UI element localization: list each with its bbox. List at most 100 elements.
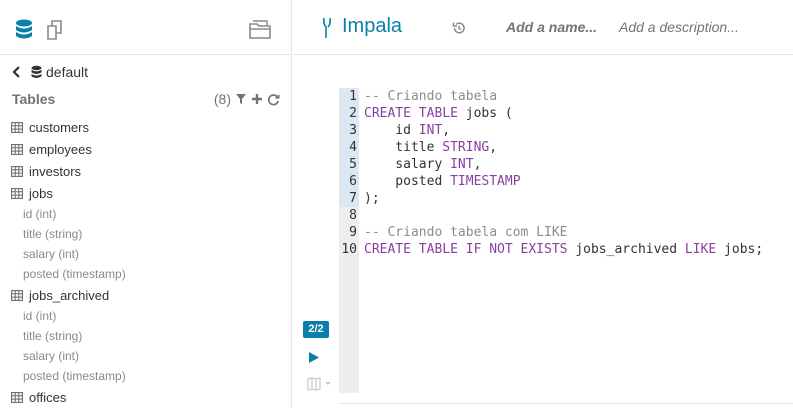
statement-counter-badge: 2/2	[303, 321, 329, 338]
sql-text: jobs (	[457, 106, 513, 121]
code-line[interactable]: 10 CREATE TABLE IF NOT EXISTS jobs_archiv…	[339, 241, 793, 258]
sql-text: id	[364, 123, 419, 138]
folder-icon[interactable]	[247, 17, 273, 41]
column-item[interactable]: id (int)	[0, 204, 291, 224]
sql-keyword: CREATE TABLE	[364, 106, 458, 121]
table-name: jobs_archived	[29, 287, 110, 303]
code-line[interactable]: 2 CREATE TABLE jobs (	[339, 105, 793, 122]
code-line[interactable]: 5 salary INT,	[339, 156, 793, 173]
table-name: customers	[29, 119, 89, 135]
table-icon	[11, 121, 23, 133]
engine-title[interactable]: Impala	[342, 15, 402, 38]
plus-icon[interactable]	[251, 93, 263, 105]
sql-comment: -- Criando tabela	[364, 89, 498, 104]
line-number: 10	[341, 242, 357, 257]
table-item[interactable]: jobs	[0, 182, 291, 204]
column-name: posted (timestamp)	[23, 267, 126, 281]
breadcrumb[interactable]: default	[10, 63, 88, 81]
table-item[interactable]: jobs_archived	[0, 284, 291, 306]
map-icon[interactable]	[307, 377, 335, 391]
query-name-field[interactable]: Add a name...	[506, 19, 597, 35]
impala-icon	[322, 17, 332, 38]
line-number: 4	[339, 139, 359, 156]
sql-text: ,	[442, 123, 451, 138]
sql-keyword: STRING	[442, 140, 490, 155]
line-number: 6	[339, 173, 359, 190]
code-line[interactable]: 3 id INT,	[339, 122, 793, 139]
code-line[interactable]: 1 -- Criando tabela	[339, 88, 793, 105]
table-icon	[11, 187, 23, 199]
sql-keyword: LIKE	[684, 242, 717, 257]
code-editor[interactable]: 1 -- Criando tabela 2 CREATE TABLE jobs (3 …	[339, 88, 793, 393]
line-number: 8	[349, 208, 357, 223]
column-name: id (int)	[23, 309, 57, 323]
column-name: id (int)	[23, 207, 57, 221]
column-item[interactable]: title (string)	[0, 326, 291, 346]
left-panel-toolbar	[0, 0, 291, 55]
column-item[interactable]: posted (timestamp)	[0, 366, 291, 386]
chevron-left-icon[interactable]	[10, 65, 24, 79]
line-number: 1	[339, 88, 359, 105]
play-icon[interactable]	[308, 351, 320, 364]
code-text: title STRING,	[364, 139, 497, 156]
column-name: posted (timestamp)	[23, 369, 126, 383]
editor-header: Impala Add a name... Add a description..…	[293, 0, 793, 55]
sql-text: ,	[473, 157, 482, 172]
column-item[interactable]: posted (timestamp)	[0, 264, 291, 284]
sql-text: jobs_archived	[567, 242, 685, 257]
table-item[interactable]: offices	[0, 386, 291, 408]
line-number: 5	[339, 156, 359, 173]
code-text: -- Criando tabela com LIKE	[364, 224, 568, 241]
code-text: CREATE TABLE jobs (	[364, 105, 513, 122]
column-name: title (string)	[23, 329, 83, 343]
column-item[interactable]: salary (int)	[0, 244, 291, 264]
database-icon	[31, 65, 42, 78]
sql-text: jobs;	[716, 242, 764, 257]
code-line[interactable]: 6 posted TIMESTAMP	[339, 173, 793, 190]
table-tree: customers employees investors jobs id (int) t…	[0, 116, 291, 408]
table-icon	[11, 289, 23, 301]
code-text: id INT,	[364, 122, 450, 139]
table-name: offices	[29, 389, 67, 405]
code-line[interactable]: 4 title STRING,	[339, 139, 793, 156]
code-text: );	[364, 190, 380, 207]
code-line[interactable]: 9 -- Criando tabela com LIKE	[339, 224, 793, 241]
sql-text: ,	[489, 140, 498, 155]
code-text: -- Criando tabela	[364, 88, 497, 105]
table-name: jobs	[29, 185, 53, 201]
editor-bottom-divider	[339, 403, 793, 404]
tables-count: (8)	[213, 91, 231, 107]
column-item[interactable]: salary (int)	[0, 346, 291, 366]
line-number: 7	[339, 190, 359, 207]
table-name: employees	[29, 141, 92, 157]
line-number: 2	[339, 105, 359, 122]
column-name: salary (int)	[23, 247, 80, 261]
documents-icon[interactable]	[44, 18, 66, 42]
sql-comment: -- Criando tabela com LIKE	[364, 225, 568, 240]
sql-text: );	[364, 191, 380, 206]
filter-icon[interactable]	[235, 93, 247, 105]
sql-keyword: CREATE TABLE IF NOT EXISTS	[364, 242, 568, 257]
sql-keyword: INT	[418, 123, 443, 138]
column-item[interactable]: title (string)	[0, 224, 291, 244]
database-icon[interactable]	[13, 18, 35, 42]
sql-text: title	[364, 140, 443, 155]
code-text: posted TIMESTAMP	[364, 173, 520, 190]
table-item[interactable]: investors	[0, 160, 291, 182]
breadcrumb-database[interactable]: default	[46, 64, 88, 80]
query-description-field[interactable]: Add a description...	[619, 19, 739, 35]
code-text: salary INT,	[364, 156, 481, 173]
column-item[interactable]: id (int)	[0, 306, 291, 326]
table-icon	[11, 391, 23, 403]
code-line[interactable]: 8	[339, 207, 793, 224]
code-text: CREATE TABLE IF NOT EXISTS jobs_archived…	[364, 241, 763, 258]
refresh-icon[interactable]	[267, 93, 280, 106]
left-panel: default Tables (8) customers employees inv…	[0, 0, 292, 408]
table-item[interactable]: employees	[0, 138, 291, 160]
line-number: 9	[349, 225, 357, 240]
history-icon[interactable]	[452, 21, 466, 35]
table-item[interactable]: customers	[0, 116, 291, 138]
code-line[interactable]: 7);	[339, 190, 793, 207]
table-icon	[11, 143, 23, 155]
table-icon	[11, 165, 23, 177]
